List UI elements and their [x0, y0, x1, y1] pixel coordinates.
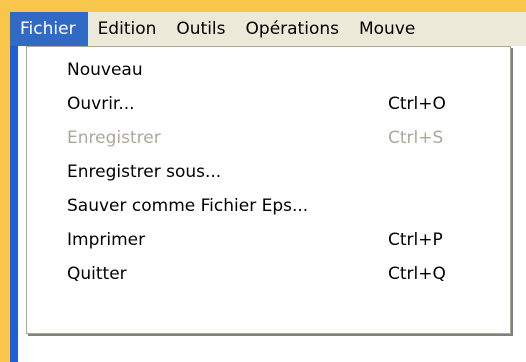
- menu-entry-imprimer[interactable]: Imprimer Ctrl+P: [67, 223, 480, 257]
- menu-entry-label: Enregistrer: [67, 128, 161, 148]
- menu-entry-quitter[interactable]: Quitter Ctrl+Q: [67, 257, 480, 291]
- menu-entry-label: Ouvrir...: [67, 94, 135, 114]
- menu-entry-sauver-eps[interactable]: Sauver comme Fichier Eps...: [67, 189, 480, 223]
- menu-entry-label: Imprimer: [67, 230, 146, 250]
- file-menu-dropdown: Nouveau Ouvrir... Ctrl+O Enregistrer Ctr…: [26, 46, 511, 334]
- menu-edition[interactable]: Edition: [88, 12, 167, 46]
- menu-entry-label: Sauver comme Fichier Eps...: [67, 196, 309, 216]
- menu-operations[interactable]: Opérations: [236, 12, 349, 46]
- app-window: Fichier Edition Outils Opérations Mouve …: [10, 12, 526, 362]
- menu-entry-shortcut: Ctrl+S: [388, 128, 444, 148]
- menu-fichier[interactable]: Fichier: [10, 12, 88, 46]
- menu-mouvements[interactable]: Mouve: [349, 12, 425, 46]
- menu-entry-shortcut: Ctrl+Q: [388, 264, 446, 284]
- window-side-strip: [10, 46, 18, 362]
- menu-outils[interactable]: Outils: [166, 12, 235, 46]
- menu-entry-enregistrer-sous[interactable]: Enregistrer sous...: [67, 155, 480, 189]
- menu-entry-enregistrer: Enregistrer Ctrl+S: [67, 121, 480, 155]
- menu-entry-label: Quitter: [67, 264, 127, 284]
- menu-bar: Fichier Edition Outils Opérations Mouve: [10, 12, 526, 46]
- menu-entry-label: Enregistrer sous...: [67, 162, 222, 182]
- menu-entry-shortcut: Ctrl+P: [388, 230, 443, 250]
- menu-entry-nouveau[interactable]: Nouveau: [67, 53, 480, 87]
- menu-entry-label: Nouveau: [67, 60, 143, 80]
- menu-entry-shortcut: Ctrl+O: [388, 94, 446, 114]
- menu-entry-ouvrir[interactable]: Ouvrir... Ctrl+O: [67, 87, 480, 121]
